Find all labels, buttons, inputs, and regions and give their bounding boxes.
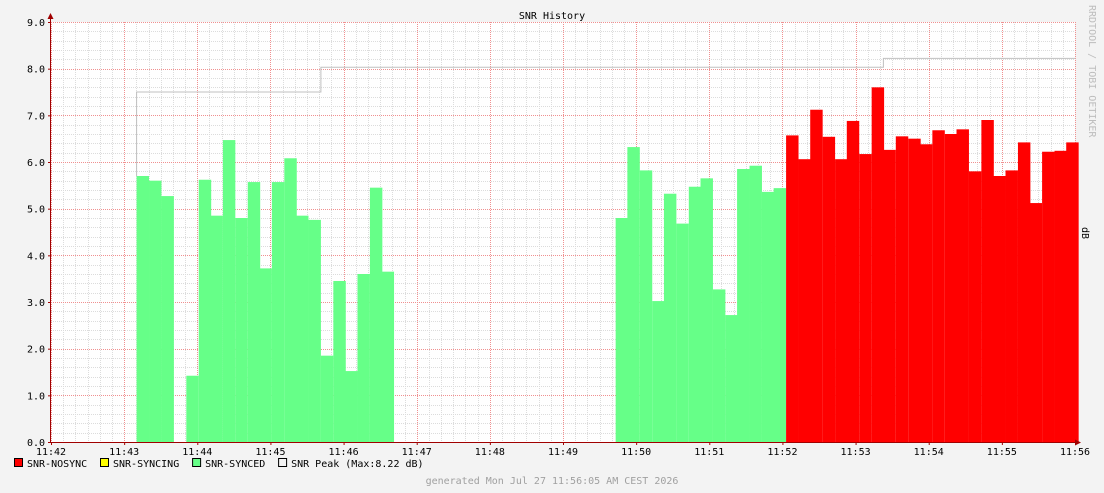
bar-snr-synced	[725, 315, 738, 442]
x-tick-label: 11:53	[841, 447, 871, 458]
y-tick-label: 2.0	[27, 345, 45, 356]
bar-snr-nosync	[810, 109, 823, 442]
bar-snr-synced	[639, 170, 653, 442]
bar-snr-synced	[333, 281, 346, 442]
bar-snr-synced	[296, 215, 309, 442]
watermark: RRDTOOL / TOBI OETIKER	[1086, 5, 1097, 138]
bar-snr-nosync	[895, 136, 909, 443]
bar-snr-synced	[663, 193, 677, 442]
bar-snr-nosync	[919, 144, 933, 442]
bar-snr-nosync	[968, 171, 982, 443]
bar-snr-synced	[198, 179, 212, 442]
bar-snr-synced	[627, 147, 640, 443]
bar-snr-synced	[259, 268, 272, 442]
x-tick-label: 11:50	[621, 447, 651, 458]
bar-snr-synced	[700, 178, 713, 443]
bar-snr-synced	[161, 196, 174, 442]
legend-label: SNR-NOSYNC	[27, 459, 87, 470]
bar-snr-nosync	[1066, 142, 1079, 442]
x-tick-label: 11:54	[914, 447, 944, 458]
x-tick-label: 11:43	[109, 447, 139, 458]
x-tick-label: 11:51	[694, 447, 724, 458]
x-tick-label: 11:56	[1060, 447, 1090, 458]
bar-snr-synced	[284, 158, 297, 442]
bar-snr-synced	[136, 176, 150, 442]
bar-snr-synced	[688, 186, 702, 442]
bar-snr-nosync	[932, 130, 945, 442]
bar-snr-synced	[761, 191, 775, 442]
bar-snr-synced	[247, 182, 261, 443]
snr-history-chart: 0.01.02.03.04.05.06.07.08.09.0 11:42 11:4…	[0, 0, 1104, 493]
bar-snr-synced	[186, 375, 199, 442]
generated-footer: generated Mon Jul 27 11:56:05 AM CEST 20…	[426, 476, 679, 487]
legend-label: SNR Peak (Max:8.22 dB)	[291, 459, 423, 470]
bar-snr-synced	[271, 182, 285, 443]
y-tick-label: 5.0	[27, 205, 45, 216]
bar-snr-synced	[381, 271, 395, 442]
bar-snr-nosync	[981, 120, 994, 442]
bar-snr-synced	[222, 140, 236, 443]
y-tick-label: 9.0	[27, 18, 45, 29]
legend-swatch	[278, 458, 288, 467]
bar-snr-synced	[308, 219, 321, 442]
legend-swatch	[14, 458, 23, 467]
bar-snr-nosync	[1042, 151, 1055, 442]
legend-label: SNR-SYNCING	[113, 459, 179, 470]
legend-swatch	[100, 458, 109, 467]
bar-snr-nosync	[883, 149, 896, 442]
bar-snr-nosync	[908, 138, 921, 442]
x-tick-label: 11:52	[767, 447, 797, 458]
bar-snr-synced	[773, 188, 787, 442]
y-tick-label: 6.0	[27, 158, 45, 169]
x-tick-label: 11:55	[987, 447, 1017, 458]
bar-snr-synced	[676, 223, 689, 442]
bar-snr-nosync	[798, 159, 811, 442]
bar-snr-nosync	[993, 176, 1006, 442]
bar-snr-synced	[712, 289, 726, 442]
y-tick-label: 8.0	[27, 65, 45, 76]
bar-snr-nosync	[835, 159, 848, 442]
bar-snr-nosync	[859, 154, 872, 443]
bar-snr-synced	[749, 165, 762, 442]
bar-snr-synced	[737, 169, 750, 442]
bar-snr-nosync	[822, 136, 836, 443]
bar-snr-nosync	[846, 120, 860, 442]
bar-snr-nosync	[1029, 203, 1043, 442]
legend-label: SNR-SYNCED	[205, 459, 265, 470]
bar-snr-nosync	[1054, 150, 1067, 443]
x-tick-label: 11:44	[182, 447, 212, 458]
bar-snr-synced	[652, 301, 665, 442]
x-tick-label: 11:49	[548, 447, 578, 458]
y-tick-label: 1.0	[27, 391, 45, 402]
legend: SNR-NOSYNC SNR-SYNCING SNR-SYNCED SNR Peak …	[14, 458, 424, 470]
bar-snr-synced	[369, 187, 383, 442]
y-axis-label: dB	[1079, 227, 1090, 239]
x-tick-label: 11:47	[402, 447, 432, 458]
y-tick-label: 4.0	[27, 251, 45, 262]
bar-snr-synced	[615, 218, 629, 442]
bar-snr-nosync	[944, 134, 958, 442]
bar-snr-synced	[149, 180, 162, 442]
bar-snr-synced	[345, 371, 358, 442]
bar-snr-synced	[357, 274, 370, 442]
bar-snr-synced	[210, 215, 223, 442]
bar-snr-nosync	[956, 129, 969, 443]
legend-swatch	[192, 458, 202, 467]
y-tick-label: 3.0	[27, 298, 45, 309]
chart-title: SNR History	[519, 11, 585, 22]
bar-snr-nosync	[1005, 170, 1018, 442]
x-tick-label: 11:48	[475, 447, 505, 458]
x-tick-label: 11:42	[36, 447, 66, 458]
bar-snr-nosync	[786, 135, 799, 442]
x-tick-label: 11:45	[255, 447, 285, 458]
bar-snr-nosync	[1017, 142, 1031, 442]
bar-snr-synced	[320, 355, 334, 442]
bar-snr-nosync	[871, 87, 885, 442]
y-tick-label: 7.0	[27, 111, 45, 122]
x-tick-label: 11:46	[329, 447, 359, 458]
bar-snr-synced	[235, 218, 248, 442]
